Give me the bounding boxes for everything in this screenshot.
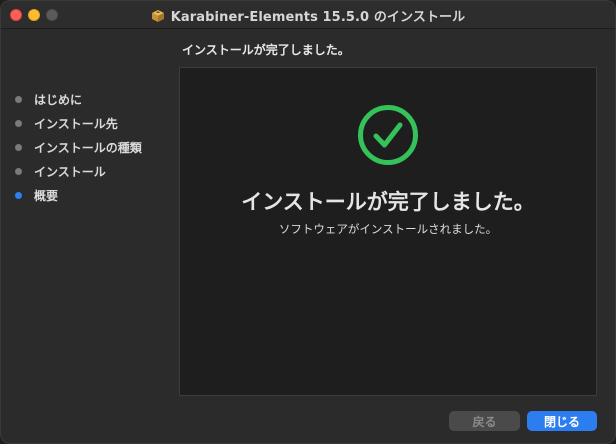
completion-title: インストールが完了しました。 [241, 190, 535, 214]
step-summary: 概要 [15, 183, 142, 207]
close-button[interactable]: 閉じる [527, 411, 597, 431]
step-bullet-icon [15, 95, 22, 103]
window-title-text: Karabiner-Elements 15.5.0 のインストール [170, 10, 466, 25]
content-panel: インストールが完了しました。 ソフトウェアがインストールされました。 [179, 67, 597, 396]
completion-subtitle: ソフトウェアがインストールされました。 [278, 222, 498, 236]
step-installation: インストール [15, 159, 142, 183]
step-bullet-icon [15, 119, 22, 127]
step-bullet-icon [15, 167, 22, 175]
title-bar: Karabiner-Elements 15.5.0 のインストール [1, 1, 615, 29]
back-button[interactable]: 戻る [449, 411, 520, 431]
step-bullet-icon [15, 143, 22, 151]
step-destination: インストール先 [15, 111, 142, 135]
package-icon [151, 9, 164, 22]
step-introduction: はじめに [15, 87, 142, 111]
step-label: 概要 [34, 188, 59, 203]
page-heading: インストールが完了しました。 [182, 43, 350, 57]
step-list: はじめに インストール先 インストールの種類 インストール 概要 [15, 87, 142, 207]
step-installation-type: インストールの種類 [15, 135, 142, 159]
step-label: はじめに [34, 92, 83, 107]
step-bullet-active-icon [15, 191, 22, 199]
step-label: インストール先 [34, 116, 118, 131]
check-circle-icon [358, 105, 418, 165]
step-label: インストールの種類 [34, 140, 142, 155]
installer-window: Karabiner-Elements 15.5.0 のインストール インストール… [0, 0, 616, 444]
window-title: Karabiner-Elements 15.5.0 のインストール [1, 6, 615, 25]
step-label: インストール [34, 164, 106, 179]
